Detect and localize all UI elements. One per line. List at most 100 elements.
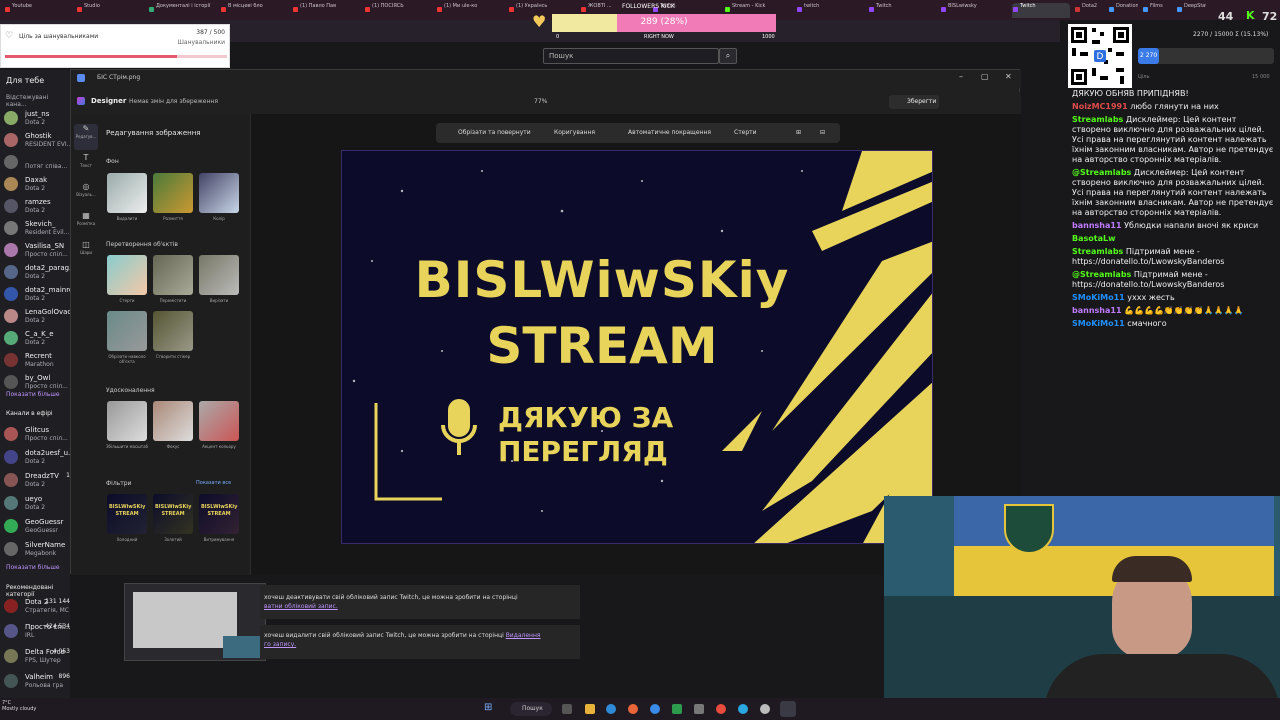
browser-tab[interactable]: Films — [1142, 3, 1172, 18]
close-icon[interactable]: ✕ — [1005, 72, 1012, 81]
effect-thumbnail[interactable]: BISLWiwSKiy STREAM — [107, 494, 147, 534]
deactivate-link[interactable]: ватни обліковий запис. — [264, 603, 338, 610]
show-more-link[interactable]: Показати більше — [6, 391, 60, 398]
browser-tab[interactable]: Studio — [76, 3, 144, 18]
stream-thumbnail-artwork[interactable]: BISLWiwSKiy STREAM ДЯКУЮ ЗА ПЕРЕГЛЯД — [341, 150, 933, 544]
browser-tab[interactable]: twitch — [796, 3, 864, 18]
channel-item[interactable]: GeoGuessr GeoGuessr — [4, 516, 70, 538]
browser-tab[interactable]: Donations — [1108, 3, 1138, 18]
channel-item[interactable]: dota2_mainro...Dota 2 — [4, 284, 73, 306]
effect-thumbnail[interactable] — [107, 311, 147, 351]
channel-item[interactable]: Recrent Marathon — [4, 350, 70, 372]
tool-button[interactable]: Обрізати та повернути — [458, 129, 531, 136]
channel-item[interactable]: DreadzTV Dota 21 — [4, 470, 70, 492]
channel-item[interactable]: Delta Force FPS, Шутер 4 053 — [4, 646, 70, 668]
effect-thumbnail[interactable]: BISLWiwSKiy STREAM — [199, 494, 239, 534]
effect-thumbnail[interactable] — [199, 401, 239, 441]
task-view-icon[interactable] — [562, 704, 572, 714]
effect-thumbnail[interactable] — [153, 401, 193, 441]
browser-tab[interactable]: Документалі і історії — [148, 3, 216, 18]
channel-item[interactable]: LenaGolOvac... Dota 2 — [4, 306, 73, 328]
effect-thumbnail[interactable] — [153, 255, 193, 295]
browser-tab[interactable]: (1) ПОСІЯСЬ — [364, 3, 432, 18]
rail-item[interactable]: ▦ Розмітка — [74, 211, 98, 237]
show-all-link[interactable]: Показати все — [196, 480, 231, 486]
chat-username[interactable]: SMoKiMo11 — [1072, 319, 1125, 328]
browser-tab[interactable]: BISLwiwsky — [940, 3, 1008, 18]
delete-link[interactable]: Видалення — [506, 632, 541, 639]
channel-item[interactable]: C_a_K_e Dota 2 — [4, 328, 70, 350]
channel-item[interactable]: SilverName Megabonk — [4, 539, 70, 561]
chat-username[interactable]: @Streamlabs — [1072, 168, 1131, 177]
chat-username[interactable]: Streamlabs — [1072, 115, 1123, 124]
channel-item[interactable]: Skevich_ Resident Evil... — [4, 218, 70, 240]
tool-button[interactable]: Стерти — [734, 129, 757, 136]
channel-item[interactable]: Ghostik RESIDENT EVI... — [4, 130, 72, 152]
channel-item[interactable]: Просто спі... IRL 424 534 — [4, 621, 70, 643]
channel-item[interactable]: Dota 2 Стратегія, МС 131 144 — [4, 596, 70, 618]
effect-thumbnail[interactable] — [199, 255, 239, 295]
edge-icon[interactable] — [606, 704, 616, 714]
chrome-icon[interactable] — [716, 704, 726, 714]
browser-tab[interactable]: Twitch — [868, 3, 936, 18]
video-preview[interactable] — [124, 583, 266, 661]
windows-icon[interactable]: ⊞ — [484, 702, 492, 713]
taskbar-search[interactable]: Пошук — [510, 702, 552, 716]
effect-thumbnail[interactable] — [199, 173, 239, 213]
layers-icon[interactable]: ⊞ — [796, 129, 801, 136]
explorer-icon[interactable] — [585, 704, 595, 714]
effect-thumbnail[interactable]: BISLWiwSKiy STREAM — [153, 494, 193, 534]
channel-item[interactable]: ramzes Dota 2 — [4, 196, 70, 218]
chat-username[interactable]: bannsha11 — [1072, 221, 1122, 230]
browser-tab[interactable]: (1) Павло Пав — [292, 3, 360, 18]
browser-icon[interactable] — [650, 704, 660, 714]
browser-tab[interactable]: В місцеві бло — [220, 3, 288, 18]
minimize-icon[interactable]: – — [959, 72, 963, 81]
channel-item[interactable]: ueyo Dota 2 — [4, 493, 70, 515]
effect-thumbnail[interactable] — [107, 173, 147, 213]
channel-item[interactable]: just_ns Dota 2 — [4, 108, 70, 130]
firefox-icon[interactable] — [628, 704, 638, 714]
chat-username[interactable]: Streamlabs — [1072, 247, 1123, 256]
telegram-icon[interactable] — [738, 704, 748, 714]
browser-tab[interactable]: Youtube — [4, 3, 72, 18]
browser-tab[interactable]: (1) Ми ule-ко — [436, 3, 504, 18]
chat-username[interactable]: BasotaLw — [1072, 234, 1115, 243]
channel-item[interactable]: Glitcus Просто спіл... — [4, 424, 70, 446]
rail-item[interactable]: ◎ Візуаль... — [74, 182, 98, 208]
more-icon[interactable]: ⊟ — [820, 129, 825, 136]
browser-tab[interactable]: DeepState — [1176, 3, 1206, 18]
channel-item[interactable]: dota2_parag... Dota 2 — [4, 262, 73, 284]
effect-thumbnail[interactable] — [153, 311, 193, 351]
effect-thumbnail[interactable] — [107, 255, 147, 295]
search-icon[interactable]: ⌕ — [719, 48, 737, 64]
zoom-level[interactable]: 77% — [534, 98, 547, 105]
rail-item[interactable]: T Текст — [74, 153, 98, 179]
channel-item[interactable]: Valheim Рольова гра 896 — [4, 671, 70, 693]
app-icon[interactable] — [694, 704, 704, 714]
channel-item[interactable]: Потяг співа... — [4, 152, 70, 174]
effect-thumbnail[interactable] — [107, 401, 147, 441]
search-input[interactable]: Пошук — [543, 48, 719, 64]
rail-item[interactable]: ✎ Редагув... — [74, 124, 98, 150]
steam-icon[interactable] — [760, 704, 770, 714]
tool-button[interactable]: Коригування — [554, 129, 595, 136]
tool-button[interactable]: Автоматичне покращення — [628, 129, 711, 136]
rail-item[interactable]: ◫ Шари — [74, 240, 98, 266]
browser-tab[interactable]: Twitch — [1012, 3, 1070, 18]
save-button[interactable]: Зберегти — [889, 95, 939, 109]
channel-item[interactable]: Daxak Dota 2 — [4, 174, 70, 196]
delete-link-2[interactable]: го запису. — [264, 641, 296, 648]
channel-item[interactable]: dota2uesf_u... Dota 2 — [4, 447, 73, 469]
browser-tab[interactable]: Dota2 — [1074, 3, 1104, 18]
chat-username[interactable]: @Streamlabs — [1072, 270, 1131, 279]
designer-task-icon[interactable] — [780, 701, 796, 717]
chat-username[interactable]: SMoKiMo11 — [1072, 293, 1125, 302]
maximize-icon[interactable]: ▢ — [981, 72, 989, 81]
weather-widget[interactable]: 7°C Mostly cloudy — [2, 700, 36, 712]
app-icon[interactable] — [672, 704, 682, 714]
show-more-link[interactable]: Показати більше — [6, 564, 60, 571]
channel-item[interactable]: Vasilisa_SN Просто спіл... — [4, 240, 70, 262]
chat-username[interactable]: bannsha11 — [1072, 306, 1122, 315]
chat-username[interactable]: NoizMC1991 — [1072, 102, 1128, 111]
